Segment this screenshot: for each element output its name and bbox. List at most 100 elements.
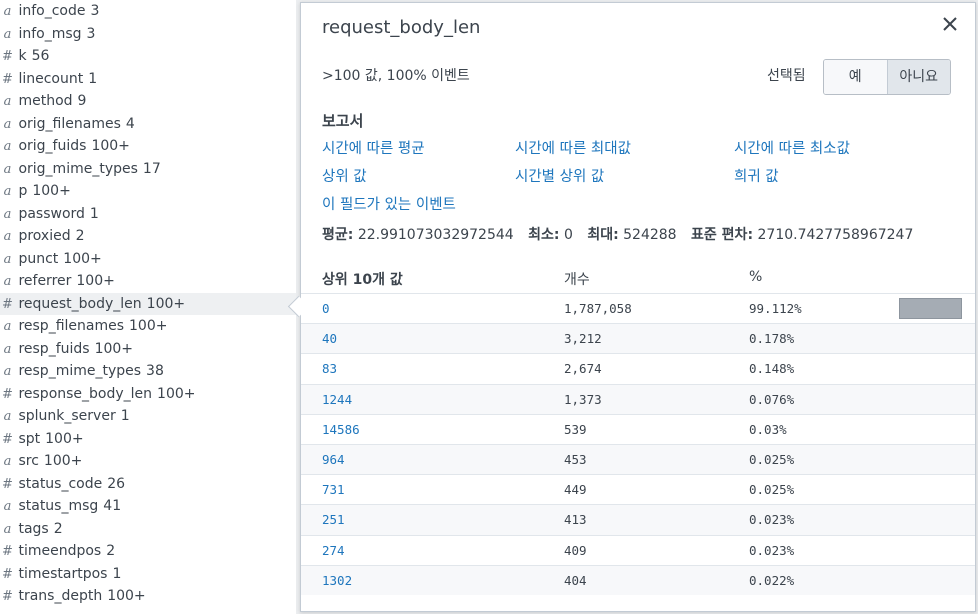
field-value-count: 100+ <box>63 250 102 267</box>
field-list: a info_code 3 a info_msg 3 # k 56 # linecount 1… <box>0 0 296 614</box>
text-field-type-icon: a <box>3 409 12 424</box>
value-cell[interactable]: 40 <box>322 331 337 346</box>
value-cell[interactable]: 1302 <box>322 573 352 588</box>
field-name: method <box>18 93 73 109</box>
field-item[interactable]: a orig_fuids 100+ <box>0 135 296 158</box>
field-item[interactable]: a p 100+ <box>0 180 296 203</box>
selected-yes-button[interactable]: 예 <box>824 60 888 94</box>
field-item[interactable]: # spt 100+ <box>0 428 296 451</box>
value-cell[interactable]: 83 <box>322 361 337 376</box>
field-name: punct <box>18 250 59 267</box>
table-row: 40 3,212 0.178% <box>301 323 975 354</box>
field-item[interactable]: a tags 2 <box>0 518 296 541</box>
field-item[interactable]: # k 56 <box>0 45 296 68</box>
field-name: password <box>18 205 85 222</box>
field-item[interactable]: a method 9 <box>0 90 296 113</box>
number-field-type-icon: # <box>2 71 13 87</box>
value-cell[interactable]: 251 <box>322 512 345 527</box>
field-item[interactable]: a orig_mime_types 17 <box>0 158 296 181</box>
field-item[interactable]: a info_msg 3 <box>0 23 296 46</box>
report-link-max-over-time[interactable]: 시간에 따른 최대값 <box>515 137 631 158</box>
field-value-count: 3 <box>86 25 96 42</box>
field-value-count: 26 <box>107 475 126 492</box>
top-values-table: 0 1,787,058 99.112% 40 3,212 0.178% 83 2,674 0.1… <box>301 293 975 595</box>
percent-cell: 0.023% <box>749 542 795 558</box>
field-name: info_code <box>18 3 86 19</box>
field-value-count: 100+ <box>76 273 115 289</box>
field-item[interactable]: a src 100+ <box>0 450 296 473</box>
value-cell[interactable]: 964 <box>322 452 345 467</box>
field-summary-popover: request_body_len >100 값, 100% 이벤트 선택됨 예 … <box>300 2 976 612</box>
value-cell[interactable]: 731 <box>322 482 345 497</box>
count-cell: 1,787,058 <box>564 301 632 316</box>
table-row: 0 1,787,058 99.112% <box>301 293 975 323</box>
field-item[interactable]: a resp_fuids 100+ <box>0 338 296 361</box>
number-field-type-icon: # <box>2 296 13 312</box>
percent-cell: 0.148% <box>749 361 795 377</box>
report-link-top-values-by-time[interactable]: 시간별 상위 값 <box>515 165 604 186</box>
field-item[interactable]: a orig_filenames 4 <box>0 113 296 136</box>
field-item[interactable]: # trans_depth 100+ <box>0 585 296 608</box>
field-name: orig_fuids <box>18 138 87 154</box>
table-row: 274 409 0.023% <box>301 534 975 565</box>
field-item[interactable]: a password 1 <box>0 203 296 226</box>
selected-no-button[interactable]: 아니요 <box>887 60 950 94</box>
field-name: resp_mime_types <box>18 363 142 379</box>
percent-cell: 0.025% <box>749 451 795 467</box>
text-field-type-icon: a <box>3 274 12 289</box>
close-button[interactable] <box>939 13 961 35</box>
field-name: orig_mime_types <box>18 160 138 177</box>
text-field-type-icon: a <box>3 94 12 109</box>
min-label: 최소: <box>528 227 560 243</box>
field-item[interactable]: a resp_mime_types 38 <box>0 360 296 383</box>
field-value-count: 1 <box>88 70 98 87</box>
percent-cell: 0.022% <box>749 572 795 588</box>
field-name: proxied <box>18 228 71 244</box>
field-item[interactable]: a status_msg 41 <box>0 495 296 518</box>
report-link-top-values[interactable]: 상위 값 <box>322 165 367 186</box>
field-item[interactable]: a referrer 100+ <box>0 270 296 293</box>
field-item[interactable]: # status_code 26 <box>0 473 296 496</box>
field-summary-text: >100 값, 100% 이벤트 <box>322 68 470 84</box>
text-field-type-icon: a <box>3 229 12 244</box>
percent-cell: 0.076% <box>749 391 795 407</box>
field-item[interactable]: # response_body_len 100+ <box>0 383 296 406</box>
number-field-type-icon: # <box>2 544 13 559</box>
field-item[interactable]: # request_body_len 100+ <box>0 292 296 315</box>
report-link-avg-over-time[interactable]: 시간에 따른 평균 <box>322 137 425 158</box>
field-value-count: 3 <box>90 3 100 19</box>
field-item[interactable]: a punct 100+ <box>0 248 296 271</box>
field-item[interactable]: a splunk_server 1 <box>0 405 296 428</box>
text-field-type-icon: a <box>3 319 12 334</box>
report-link-events-with-field[interactable]: 이 필드가 있는 이벤트 <box>322 193 456 214</box>
table-row: 731 449 0.025% <box>301 474 975 504</box>
field-name: spt <box>18 430 41 447</box>
popover-title: request_body_len <box>322 17 481 38</box>
field-name: resp_fuids <box>18 340 90 357</box>
field-name: orig_filenames <box>18 115 121 132</box>
text-field-type-icon: a <box>3 499 12 514</box>
field-value-count: 100+ <box>45 430 84 447</box>
field-stats: 평균: 22.991073032972544 최소: 0 최대: 524288 … <box>322 224 913 244</box>
value-cell[interactable]: 1244 <box>322 392 352 407</box>
field-item[interactable]: # timeendpos 2 <box>0 540 296 563</box>
field-value-count: 100+ <box>157 385 196 402</box>
report-link-min-over-time[interactable]: 시간에 따른 최소값 <box>734 137 850 158</box>
report-link-rare-values[interactable]: 희귀 값 <box>734 165 779 186</box>
field-item[interactable]: # linecount 1 <box>0 68 296 91</box>
percent-cell: 0.03% <box>749 421 787 437</box>
field-value-count: 100+ <box>43 453 83 469</box>
value-cell[interactable]: 14586 <box>322 422 360 437</box>
max-label: 최대: <box>587 227 619 243</box>
value-cell[interactable]: 274 <box>322 543 345 558</box>
value-cell[interactable]: 0 <box>322 301 330 316</box>
text-field-type-icon: a <box>3 251 12 267</box>
min-value: 0 <box>563 227 573 243</box>
field-item[interactable]: a proxied 2 <box>0 225 296 248</box>
field-name: status_code <box>18 475 103 492</box>
field-item[interactable]: # timestartpos 1 <box>0 563 296 586</box>
count-cell: 3,212 <box>564 331 602 347</box>
field-item[interactable]: a resp_filenames 100+ <box>0 315 296 338</box>
field-value-count: 2 <box>106 543 116 559</box>
field-item[interactable]: a info_code 3 <box>0 0 296 23</box>
